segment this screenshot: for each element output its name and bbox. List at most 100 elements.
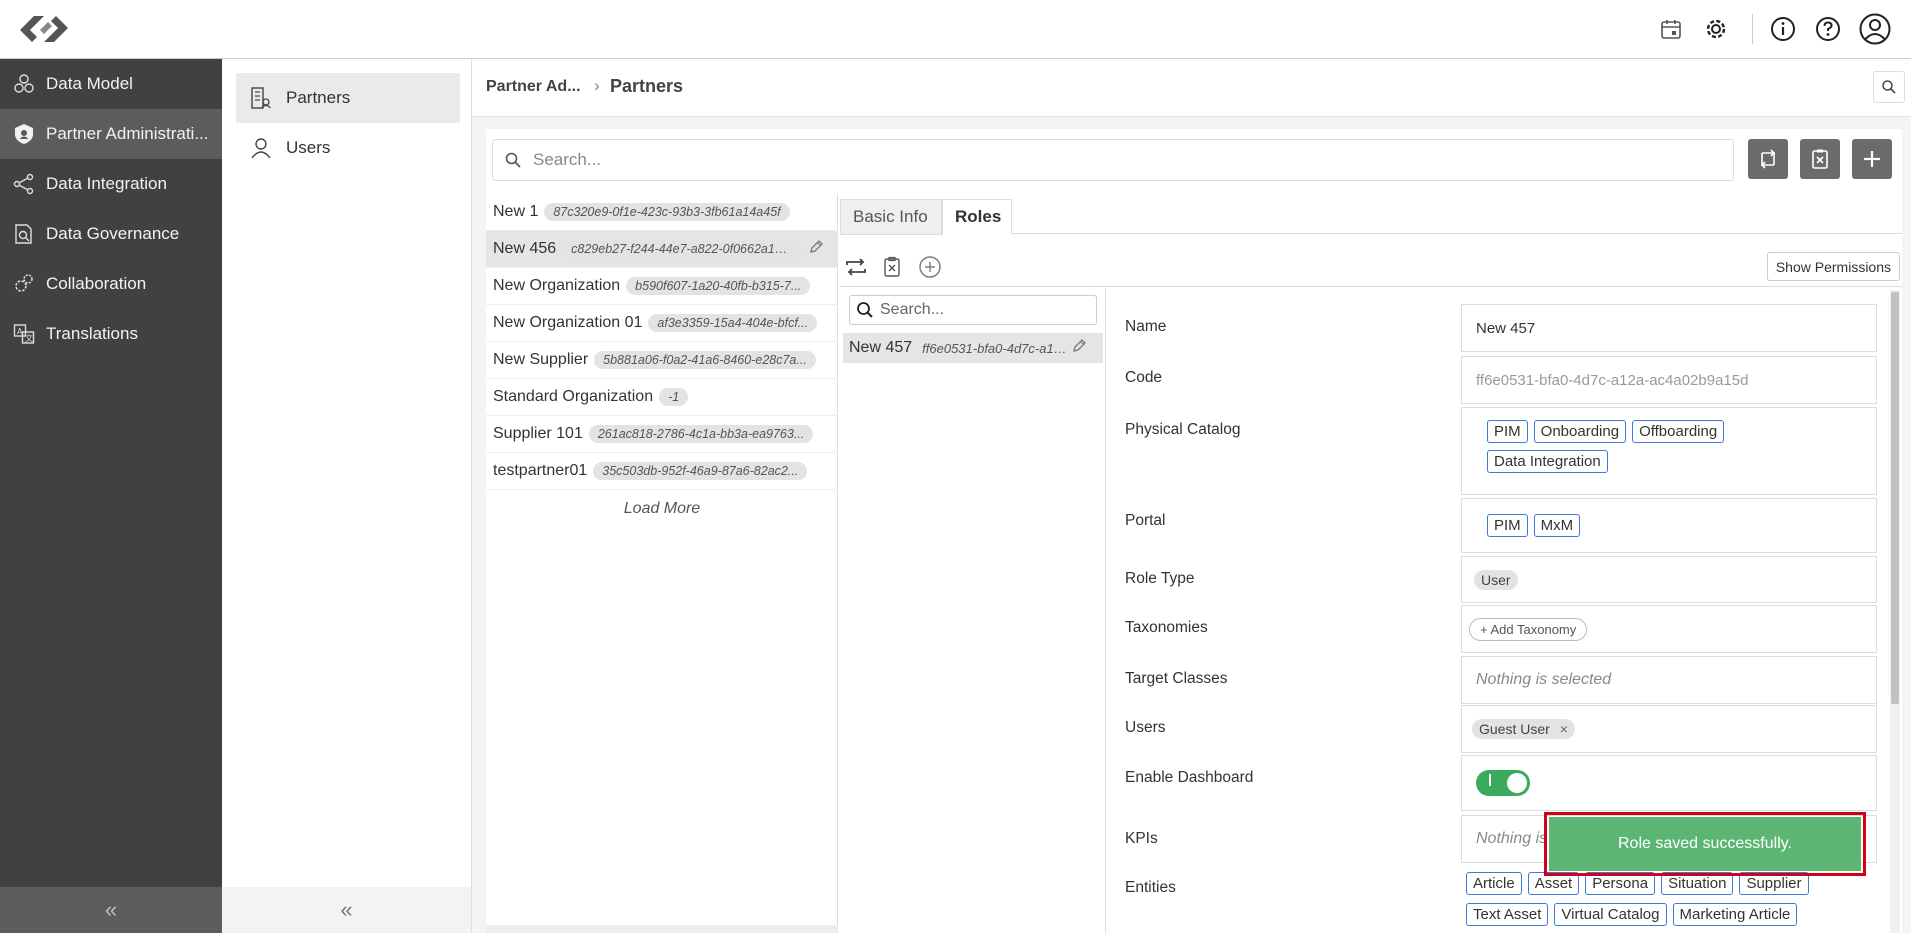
entities-field[interactable]: Article Asset Persona Situation Supplier… xyxy=(1466,872,1878,926)
breadcrumb-parent[interactable]: Partner Ad... xyxy=(486,78,581,96)
kpis-placeholder: Nothing is xyxy=(1476,830,1548,847)
subnav-item-partners[interactable]: Partners xyxy=(236,73,460,123)
nav-label: Data Integration xyxy=(46,174,167,193)
portal-field[interactable]: PIM MxM xyxy=(1461,498,1877,553)
add-circle-icon[interactable] xyxy=(916,253,944,281)
portal-tag[interactable]: MxM xyxy=(1533,514,1581,537)
roles-toolbar: Show Permissions xyxy=(840,247,1902,287)
org-id-chip: 261ac818-2786-4c1a-bb3a-ea9763... xyxy=(588,425,814,443)
horizontal-scrollbar[interactable] xyxy=(486,925,838,933)
org-name: New 1 xyxy=(493,203,539,220)
search-icon xyxy=(1882,80,1896,94)
user-chip: Guest User × xyxy=(1472,719,1575,739)
page-title: Partners xyxy=(610,76,684,96)
calendar-icon[interactable] xyxy=(1656,14,1686,44)
pencil-icon[interactable] xyxy=(808,239,824,260)
close-icon[interactable]: × xyxy=(1560,721,1568,737)
delete-button[interactable] xyxy=(1800,139,1840,179)
name-field[interactable]: New 457 xyxy=(1461,304,1877,352)
code-field: ff6e0531-bfa0-4d7c-a12a-ac4a02b9a15d xyxy=(1461,356,1877,404)
subnav-item-users[interactable]: Users xyxy=(236,123,460,173)
user-chip-label: Guest User xyxy=(1479,721,1550,737)
catalog-tag[interactable]: PIM xyxy=(1487,420,1528,443)
sidebar-collapse-button[interactable]: « xyxy=(0,887,222,933)
list-item[interactable]: New Organization b590f607-1a20-40fb-b315… xyxy=(486,268,838,305)
entity-tag[interactable]: Article xyxy=(1466,872,1522,895)
load-more-link[interactable]: Load More xyxy=(486,500,838,518)
org-name: Standard Organization xyxy=(493,388,654,405)
portal-tag[interactable]: PIM xyxy=(1487,514,1528,537)
entity-tag[interactable]: Marketing Article xyxy=(1672,903,1798,926)
org-id-chip: 35c503db-952f-46a9-87a6-82ac2... xyxy=(593,462,808,480)
partners-search-input[interactable]: Search... xyxy=(492,139,1734,181)
clipboard-delete-icon[interactable] xyxy=(878,253,906,281)
list-item[interactable]: New 457 ff6e0531-bfa0-4d7c-a12... xyxy=(843,333,1103,363)
list-item[interactable]: New 456 c829eb27-f244-44e7-a822-0f0662a1… xyxy=(486,231,838,268)
role-type-field[interactable]: User xyxy=(1461,556,1877,603)
catalog-tag[interactable]: Offboarding xyxy=(1632,420,1725,443)
catalog-tag[interactable]: Data Integration xyxy=(1487,450,1608,473)
physical-catalog-field[interactable]: PIM Onboarding Offboarding Data Integrat… xyxy=(1461,407,1877,495)
app-logo[interactable] xyxy=(20,10,68,48)
governance-icon xyxy=(0,223,46,245)
tab-roles[interactable]: Roles xyxy=(942,199,1012,235)
refresh-icon[interactable] xyxy=(842,253,870,281)
portal-label: Portal xyxy=(1125,512,1166,529)
gear-icon[interactable] xyxy=(1701,14,1731,44)
user-icon xyxy=(236,136,286,160)
nav-item-translations[interactable]: A文 Translations xyxy=(0,309,222,359)
name-value: New 457 xyxy=(1476,319,1536,337)
search-placeholder: Search... xyxy=(880,301,945,318)
users-field[interactable]: Guest User × xyxy=(1461,705,1877,753)
list-item[interactable]: Standard Organization -1 xyxy=(486,379,838,416)
enable-dashboard-toggle[interactable] xyxy=(1476,770,1530,796)
entity-tag[interactable]: Virtual Catalog xyxy=(1554,903,1667,926)
org-name: New Supplier xyxy=(493,351,589,368)
nav-item-partner-administration[interactable]: Partner Administrati... xyxy=(0,109,222,159)
enable-dashboard-label: Enable Dashboard xyxy=(1125,769,1254,786)
plus-icon xyxy=(1864,151,1880,167)
top-bar xyxy=(0,0,1911,59)
subnav-collapse-button[interactable]: « xyxy=(222,887,471,933)
add-taxonomy-button[interactable]: + Add Taxonomy xyxy=(1469,617,1588,641)
entity-tag[interactable]: Text Asset xyxy=(1466,903,1549,926)
org-name: New Organization xyxy=(493,277,621,294)
roles-list: Search... New 457 ff6e0531-bfa0-4d7c-a12… xyxy=(840,288,1106,933)
list-item[interactable]: New 1 87c320e9-0f1e-423c-93b3-3fb61a14a4… xyxy=(486,194,838,231)
help-icon[interactable] xyxy=(1813,14,1843,44)
show-permissions-button[interactable]: Show Permissions xyxy=(1766,252,1900,281)
user-avatar-icon[interactable] xyxy=(1858,12,1892,46)
nav-item-data-model[interactable]: Data Model xyxy=(0,59,222,109)
nav-label: Data Model xyxy=(46,74,133,93)
pencil-icon[interactable] xyxy=(1071,338,1087,359)
catalog-tag[interactable]: Onboarding xyxy=(1533,420,1627,443)
role-type-chip: User xyxy=(1474,569,1518,590)
info-icon[interactable] xyxy=(1768,14,1798,44)
nav-label: Partner Administrati... xyxy=(46,124,209,143)
list-item[interactable]: New Supplier 5b881a06-f0a2-41a6-8460-e28… xyxy=(486,342,838,379)
nav-item-collaboration[interactable]: Collaboration xyxy=(0,259,222,309)
entities-label: Entities xyxy=(1125,879,1176,896)
shield-icon xyxy=(0,123,46,145)
code-label: Code xyxy=(1125,369,1163,386)
roles-search-input[interactable]: Search... xyxy=(849,295,1097,325)
search-placeholder: Search... xyxy=(533,150,602,169)
refresh-button[interactable] xyxy=(1748,139,1788,179)
svg-text:文: 文 xyxy=(25,333,33,343)
form-scrollbar-thumb[interactable] xyxy=(1891,292,1899,704)
clipboard-delete-icon xyxy=(1812,149,1828,169)
share-nodes-icon xyxy=(0,173,46,195)
detail-tabs: Basic Info Roles xyxy=(840,194,1902,235)
add-button[interactable] xyxy=(1852,139,1892,179)
list-item[interactable]: New Organization 01 af3e3359-15a4-404e-b… xyxy=(486,305,838,342)
nav-item-data-integration[interactable]: Data Integration xyxy=(0,159,222,209)
list-item[interactable]: Supplier 101 261ac818-2786-4c1a-bb3a-ea9… xyxy=(486,416,838,453)
translate-icon: A文 xyxy=(0,323,46,345)
taxonomies-label: Taxonomies xyxy=(1125,619,1208,636)
list-item[interactable]: testpartner01 35c503db-952f-46a9-87a6-82… xyxy=(486,453,838,490)
nav-item-data-governance[interactable]: Data Governance xyxy=(0,209,222,259)
global-search-button[interactable] xyxy=(1873,71,1905,103)
tab-basic-info[interactable]: Basic Info xyxy=(840,199,942,235)
org-id-chip: af3e3359-15a4-404e-bfcf... xyxy=(648,314,818,332)
target-classes-select[interactable]: Nothing is selected xyxy=(1461,656,1877,704)
